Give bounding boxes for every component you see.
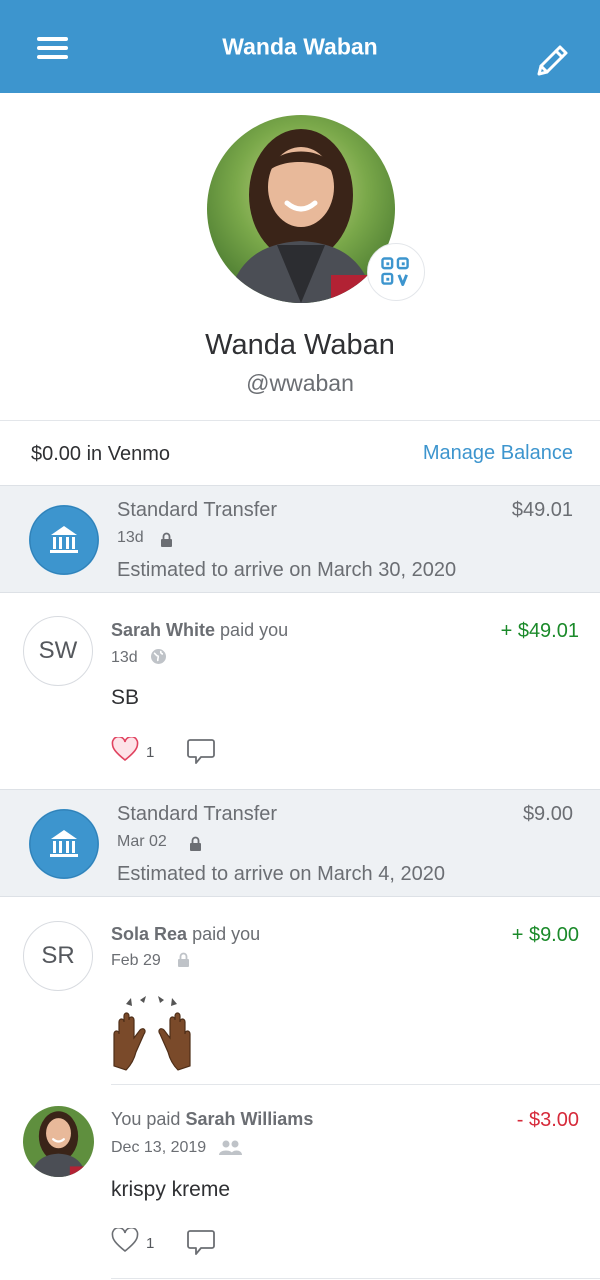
qr-code-icon[interactable]	[367, 243, 425, 301]
story-note: SB	[111, 686, 140, 709]
transfer-amount: $9.00	[522, 803, 573, 825]
profile-name: Wanda Waban	[205, 329, 395, 361]
story-note: krispy kreme	[111, 1178, 231, 1201]
friends-icon	[219, 1140, 242, 1155]
feed-item[interactable]: You paid Sarah Williams - $3.00 Dec 13, …	[0, 1085, 600, 1280]
story-action: paid you	[192, 924, 261, 944]
heart-icon[interactable]	[111, 1228, 139, 1253]
globe-icon	[151, 649, 166, 664]
lock-icon	[190, 836, 201, 851]
story-action: paid you	[220, 620, 289, 640]
story-amount: + $9.00	[511, 924, 579, 946]
raised-hands-emoji	[113, 996, 191, 1071]
avatar[interactable]: SR	[23, 921, 93, 991]
lock-icon	[178, 952, 189, 967]
transfer-row[interactable]: Standard Transfer $49.01 13d Estimated t…	[0, 485, 600, 593]
balance-row: $0.00 in Venmo Manage Balance	[0, 421, 600, 485]
story-title: Sarah White paid you	[111, 620, 288, 641]
story-amount: - $3.00	[516, 1109, 579, 1131]
profile-handle: @wwaban	[246, 370, 354, 396]
transfer-title: Standard Transfer	[117, 499, 278, 521]
edit-pencil-icon[interactable]	[533, 42, 571, 80]
transfer-estimate: Estimated to arrive on March 30, 2020	[117, 559, 457, 581]
bank-icon	[29, 809, 99, 879]
avatar[interactable]: SW	[23, 616, 93, 686]
comment-icon[interactable]	[187, 738, 215, 765]
story-date: 13d	[111, 649, 138, 666]
like-count: 1	[146, 1235, 155, 1252]
transfer-amount: $49.01	[511, 499, 573, 521]
story-date: Feb 29	[111, 952, 161, 969]
story-date: Dec 13, 2019	[111, 1139, 207, 1156]
transfer-date: Mar 02	[117, 833, 167, 850]
payee-name[interactable]: Sarah Williams	[185, 1109, 313, 1129]
feed-item[interactable]: SW Sarah White paid you + $49.01 13d SB …	[0, 594, 600, 789]
story-amount: + $49.01	[500, 620, 579, 642]
divider	[111, 1278, 600, 1279]
transfer-title: Standard Transfer	[117, 803, 278, 825]
balance-text: $0.00 in Venmo	[31, 443, 170, 465]
transfer-estimate: Estimated to arrive on March 4, 2020	[117, 863, 445, 885]
feed-item[interactable]: SR Sola Rea paid you + $9.00 Feb 29	[0, 898, 600, 1085]
payer-name[interactable]: Sola Rea	[111, 924, 187, 944]
story-title: Sola Rea paid you	[111, 924, 260, 945]
story-title: You paid Sarah Williams	[111, 1109, 313, 1130]
story-action: You paid	[111, 1109, 181, 1129]
top-app-bar: Wanda Waban	[0, 0, 600, 93]
profile-section: Wanda Waban @wwaban	[0, 93, 600, 420]
manage-balance-link[interactable]: Manage Balance	[423, 442, 573, 465]
like-count: 1	[146, 744, 155, 761]
transfer-date: 13d	[117, 529, 144, 546]
payer-name[interactable]: Sarah White	[111, 620, 215, 640]
comment-icon[interactable]	[187, 1229, 215, 1256]
bank-icon	[29, 505, 99, 575]
page-title: Wanda Waban	[222, 33, 378, 60]
transfer-row[interactable]: Standard Transfer $9.00 Mar 02 Estimated…	[0, 789, 600, 897]
lock-icon	[161, 532, 172, 547]
avatar[interactable]	[23, 1106, 94, 1177]
heart-icon[interactable]	[111, 737, 139, 762]
